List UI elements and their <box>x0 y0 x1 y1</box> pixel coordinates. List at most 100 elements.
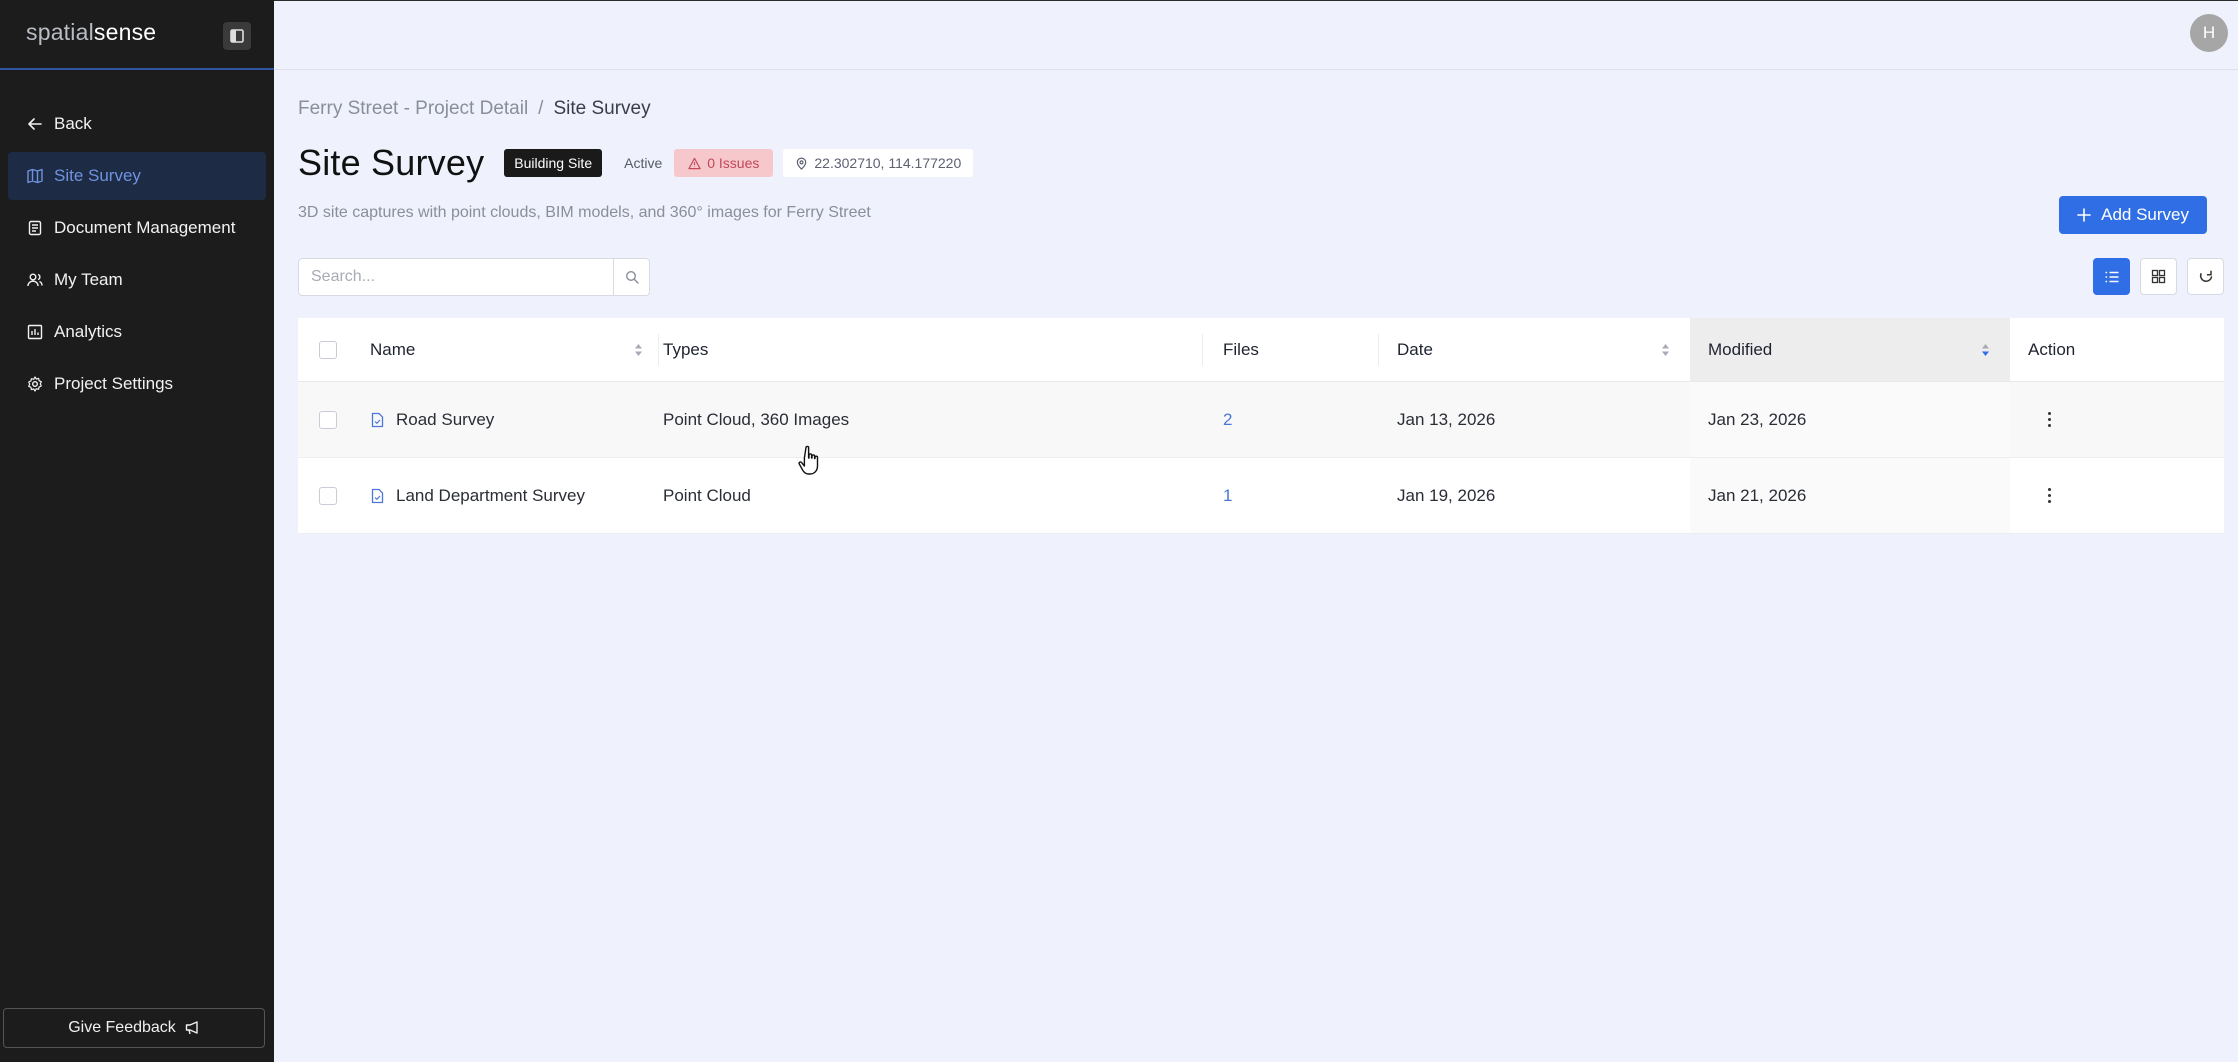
sidebar-nav: Back Site Survey Document Management My … <box>0 100 274 412</box>
row-actions-cell <box>2010 488 2224 503</box>
map-icon <box>26 167 44 185</box>
title-row: Site Survey Building Site Active 0 Issue… <box>298 142 974 184</box>
sidebar-item-document-management[interactable]: Document Management <box>8 204 266 252</box>
column-header-label: Name <box>370 339 416 359</box>
survey-name[interactable]: Road Survey <box>396 410 494 430</box>
sidebar-item-back[interactable]: Back <box>8 100 266 148</box>
more-actions-icon[interactable] <box>2046 412 2052 427</box>
issues-count: 0 Issues <box>707 155 760 171</box>
column-header-action: Action <box>2010 340 2224 360</box>
column-divider <box>1202 334 1203 366</box>
analytics-icon <box>26 323 44 341</box>
sort-icon[interactable] <box>634 343 643 357</box>
give-feedback-label: Give Feedback <box>68 1019 176 1036</box>
sidebar-collapse-button[interactable] <box>223 22 251 50</box>
give-feedback-button[interactable]: Give Feedback <box>3 1008 265 1048</box>
survey-name[interactable]: Land Department Survey <box>396 486 585 506</box>
row-checkbox[interactable] <box>319 486 337 505</box>
refresh-icon <box>2199 269 2212 282</box>
survey-types: Point Cloud, 360 Images <box>663 409 850 429</box>
brand-logo-part2: sense <box>93 19 157 45</box>
page-subtitle: 3D site captures with point clouds, BIM … <box>298 204 871 221</box>
sidebar-item-label: Analytics <box>54 322 123 341</box>
document-icon <box>26 219 44 237</box>
file-icon <box>370 488 386 504</box>
sidebar-item-analytics[interactable]: Analytics <box>8 308 266 356</box>
breadcrumb-current: Site Survey <box>553 98 651 119</box>
table-header-row: Name Types Files Date Modified Action <box>298 318 2224 382</box>
arrow-left-icon <box>26 115 44 133</box>
table-row[interactable]: Road Survey Point Cloud, 360 Images 2 Ja… <box>298 382 2224 458</box>
search-button[interactable] <box>613 259 649 295</box>
surveys-table: Name Types Files Date Modified Action Ro… <box>298 318 2224 534</box>
refresh-button[interactable] <box>2187 258 2224 295</box>
more-actions-icon[interactable] <box>2046 488 2052 503</box>
column-header-files: Files <box>1203 340 1379 360</box>
breadcrumb-separator: / <box>538 98 544 119</box>
survey-name-cell[interactable]: Road Survey <box>358 410 663 430</box>
location-pin-icon <box>797 157 807 170</box>
hand-pointer-icon <box>798 445 819 475</box>
column-header-label: Modified <box>1708 339 1773 359</box>
sidebar-item-my-team[interactable]: My Team <box>8 256 266 304</box>
select-all-checkbox[interactable] <box>319 340 337 359</box>
sort-icon[interactable] <box>1661 343 1670 357</box>
search-icon <box>625 270 639 284</box>
file-icon <box>370 412 386 428</box>
sort-desc-active-icon[interactable] <box>1981 343 1990 357</box>
sidebar-item-label: Project Settings <box>54 374 174 393</box>
grid-view-button[interactable] <box>2140 258 2177 295</box>
survey-modified: Jan 23, 2026 <box>1690 382 2010 457</box>
column-header-label: Date <box>1397 339 1433 359</box>
users-icon <box>26 271 44 289</box>
column-header-date[interactable]: Date <box>1379 340 1690 360</box>
sidebar-item-site-survey[interactable]: Site Survey <box>8 152 266 200</box>
survey-date: Jan 13, 2026 <box>1397 409 1496 429</box>
column-header-label: Types <box>663 339 709 359</box>
breadcrumb: Ferry Street - Project Detail / Site Sur… <box>298 98 651 120</box>
list-icon <box>2104 271 2118 282</box>
sidebar-item-label: Back <box>54 114 92 133</box>
survey-types: Point Cloud <box>663 485 751 505</box>
brand-logo[interactable]: spatialsense <box>26 19 156 46</box>
column-divider <box>1378 334 1379 366</box>
page-title: Site Survey <box>298 142 485 183</box>
add-survey-button[interactable]: Add Survey <box>2059 196 2207 234</box>
column-header-name[interactable]: Name <box>358 340 663 360</box>
column-header-types: Types <box>663 340 1203 360</box>
gear-icon <box>26 375 44 393</box>
sidebar: spatialsense Back Site Survey Document M… <box>0 0 274 1062</box>
column-header-label: Files <box>1223 339 1259 359</box>
row-checkbox[interactable] <box>319 410 337 429</box>
list-view-button[interactable] <box>2093 258 2130 295</box>
row-select-cell <box>298 486 358 505</box>
avatar[interactable]: H <box>2190 14 2228 52</box>
column-header-modified[interactable]: Modified <box>1690 318 2010 381</box>
warning-icon <box>688 157 701 169</box>
breadcrumb-parent-link[interactable]: Ferry Street - Project Detail <box>298 98 528 120</box>
brand-logo-part1: spatial <box>26 19 94 45</box>
survey-files-count[interactable]: 2 <box>1223 410 1232 429</box>
sidebar-item-label: Document Management <box>54 218 236 237</box>
survey-modified: Jan 21, 2026 <box>1690 458 2010 533</box>
panel-toggle-icon <box>230 29 244 43</box>
top-header: H <box>274 0 2238 70</box>
coordinates-text: 22.302710, 114.177220 <box>814 155 962 171</box>
select-all-cell <box>298 340 358 359</box>
status-badge: Active <box>624 155 663 171</box>
table-row[interactable]: Land Department Survey Point Cloud 1 Jan… <box>298 458 2224 534</box>
search-input[interactable] <box>299 259 613 295</box>
grid-icon <box>2151 269 2166 284</box>
row-select-cell <box>298 410 358 429</box>
add-survey-label: Add Survey <box>2101 205 2189 224</box>
sidebar-item-label: My Team <box>54 270 123 289</box>
survey-name-cell[interactable]: Land Department Survey <box>358 486 663 506</box>
column-header-label: Action <box>2028 339 2076 359</box>
sidebar-item-label: Site Survey <box>54 166 141 185</box>
coordinates-badge[interactable]: 22.302710, 114.177220 <box>783 149 974 177</box>
survey-files-count[interactable]: 1 <box>1223 486 1232 505</box>
issues-badge[interactable]: 0 Issues <box>674 149 774 177</box>
sidebar-header: spatialsense <box>0 0 274 70</box>
sidebar-item-project-settings[interactable]: Project Settings <box>8 360 266 408</box>
row-actions-cell <box>2010 412 2224 427</box>
